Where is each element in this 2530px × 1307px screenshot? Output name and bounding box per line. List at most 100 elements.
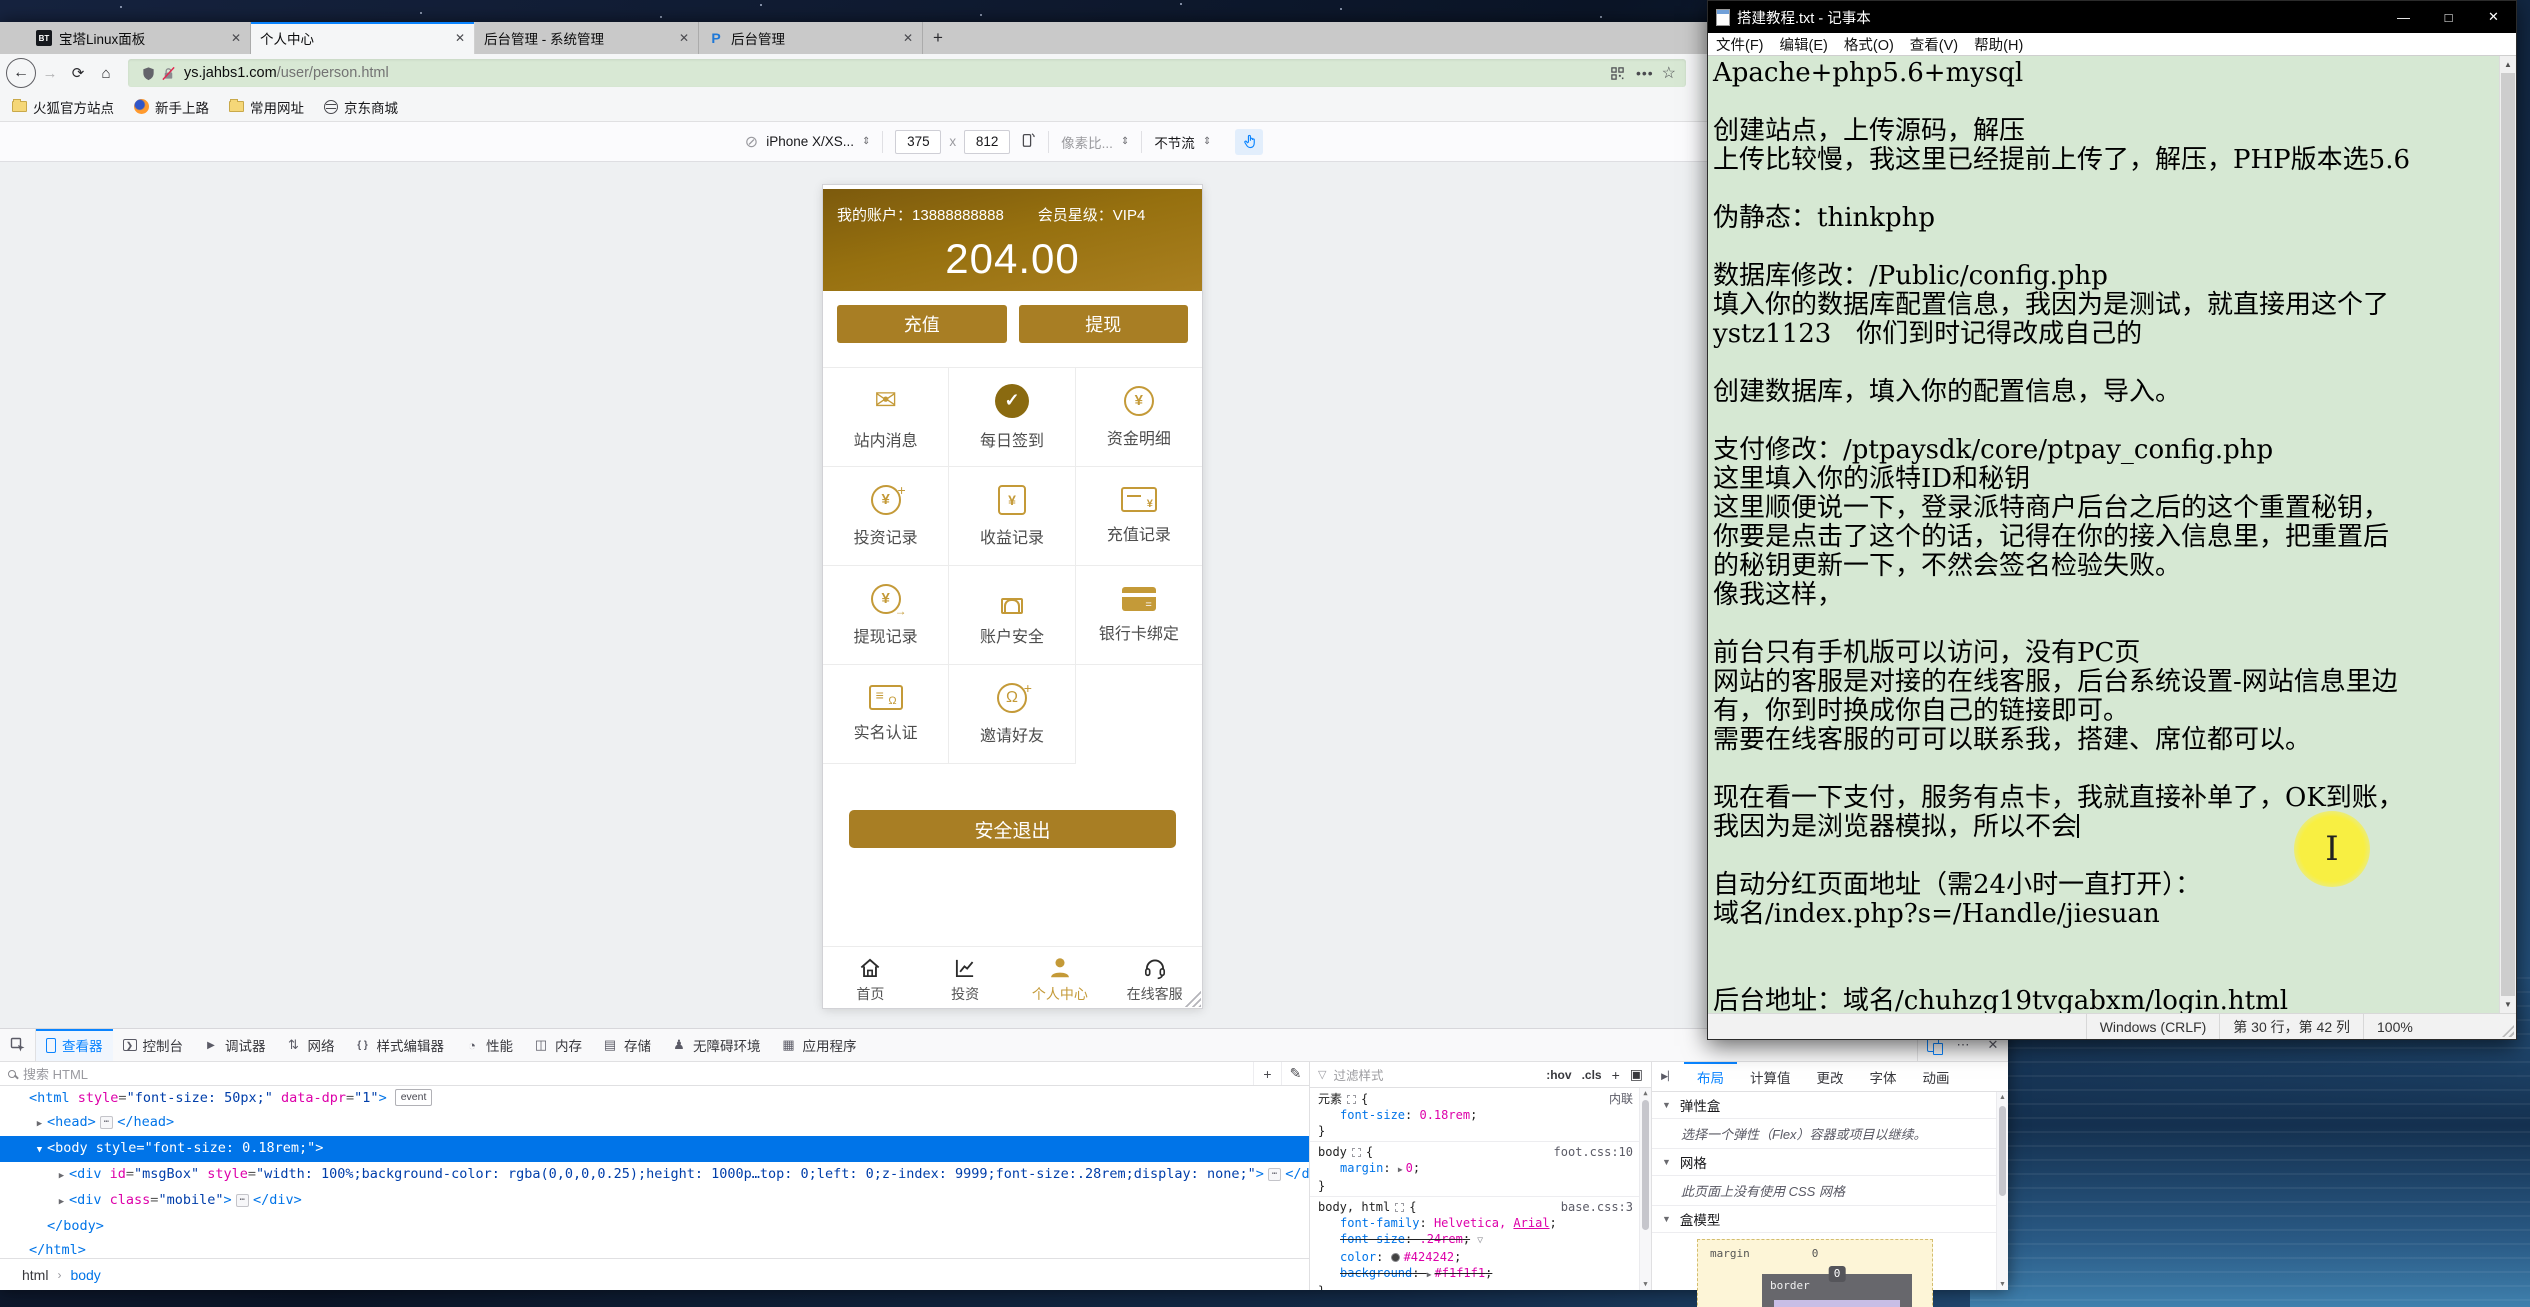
layout-scrollbar[interactable]: ▲ ▼ — [1996, 1092, 2008, 1290]
bookmark-item[interactable]: 京东商城 — [324, 97, 398, 117]
add-node-icon[interactable]: + — [1253, 1062, 1281, 1085]
browser-tab[interactable]: BT 宝塔Linux面板 ✕ — [27, 22, 251, 54]
grid-item-id[interactable]: 实名认证 — [823, 665, 950, 764]
reload-button[interactable]: ⟳ — [64, 59, 92, 87]
grid-item-bank[interactable]: 银行卡绑定 — [1075, 566, 1202, 665]
close-button[interactable]: ✕ — [2471, 1, 2516, 33]
html-tree-row[interactable]: </html> — [0, 1238, 1309, 1258]
grid-item-recharge[interactable]: 充值记录 — [1075, 467, 1202, 566]
bookmark-item[interactable]: 新手上路 — [134, 97, 209, 117]
devtools-tab-debugger[interactable]: 调试器 — [193, 1029, 276, 1061]
devtools-tab-inspector[interactable]: 查看器 — [36, 1029, 113, 1061]
grid-item-fund[interactable]: 资金明细 — [1075, 368, 1202, 467]
expander-icon[interactable]: ▼ — [32, 1138, 47, 1162]
touch-simulation-button[interactable] — [1235, 128, 1264, 155]
css-declaration[interactable]: background: ▶ #f1f1f1; — [1310, 1265, 1639, 1283]
bookmark-item[interactable]: 常用网址 — [229, 97, 304, 117]
expand-shorthand-icon[interactable]: ▶ — [1398, 1162, 1403, 1178]
sidebar-tab-动画[interactable]: 动画 — [1910, 1062, 1963, 1091]
devtools-tab-storage[interactable]: 存储 — [592, 1029, 661, 1061]
tab-close-icon[interactable]: ✕ — [679, 31, 689, 45]
devtools-tab-application[interactable]: 应用程序 — [771, 1029, 867, 1061]
devtools-tab-console[interactable]: 控制台 — [113, 1029, 194, 1061]
flexbox-section-header[interactable]: ▼ 弹性盒 — [1652, 1092, 2008, 1119]
html-tree-row[interactable]: ▶ <div class="mobile"> ⋯ </div> — [0, 1188, 1309, 1214]
devtools-tab-memory[interactable]: 内存 — [523, 1029, 592, 1061]
menu-item[interactable]: 帮助(H) — [1966, 34, 2031, 55]
css-declaration[interactable]: font-family: Helvetica, Arial; — [1310, 1215, 1639, 1231]
pseudo-class-toggle[interactable]: :hov — [1546, 1068, 1571, 1082]
grid-item-invite[interactable]: 邀请好友 — [949, 665, 1076, 764]
expander-icon[interactable]: ▶ — [54, 1190, 69, 1214]
home-button[interactable]: ⌂ — [92, 59, 120, 87]
css-declaration[interactable]: color: #424242; — [1310, 1249, 1639, 1265]
nav-tab-home[interactable]: 首页 — [823, 947, 918, 1008]
sidebar-tab-更改[interactable]: 更改 — [1804, 1062, 1857, 1091]
devtools-tab-network[interactable]: 网络 — [276, 1029, 345, 1061]
highlight-all-icon[interactable] — [1347, 1095, 1357, 1104]
logout-button[interactable]: 安全退出 — [849, 810, 1176, 848]
html-tree-row[interactable]: </body> — [0, 1214, 1309, 1238]
new-tab-button[interactable]: + — [923, 22, 953, 54]
scroll-down-icon[interactable]: ▼ — [2500, 996, 2516, 1013]
html-tree-row[interactable]: <html style="font-size: 50px;" data-dpr=… — [0, 1086, 1309, 1110]
bookmark-star-icon[interactable]: ☆ — [1662, 63, 1676, 83]
tab-close-icon[interactable]: ✕ — [903, 31, 913, 45]
highlight-all-icon[interactable] — [1395, 1203, 1405, 1212]
menu-item[interactable]: 文件(F) — [1708, 34, 1772, 55]
menu-item[interactable]: 格式(O) — [1836, 34, 1902, 55]
browser-tab[interactable]: 后台管理 - 系统管理 ✕ — [475, 22, 699, 54]
expand-shorthand-icon[interactable]: ▶ — [1427, 1267, 1432, 1283]
minimize-button[interactable]: — — [2381, 1, 2426, 33]
eyedropper-icon[interactable]: ✎ — [1281, 1062, 1309, 1085]
css-rule-selector[interactable]: 元素{内联 — [1310, 1091, 1639, 1107]
browser-tab[interactable]: 个人中心 ✕ — [251, 22, 475, 54]
menu-item[interactable]: 查看(V) — [1902, 34, 1966, 55]
device-selector[interactable]: iPhone X/XS... — [766, 134, 854, 149]
viewport-height-input[interactable] — [964, 129, 1011, 154]
shield-icon[interactable] — [138, 66, 158, 81]
sidebar-tab-字体[interactable]: 字体 — [1857, 1062, 1910, 1091]
nav-tab-chart[interactable]: 投资 — [918, 947, 1013, 1008]
box-model-diagram[interactable]: margin 0 border 0 — [1697, 1239, 1933, 1307]
back-button[interactable]: ← — [6, 58, 36, 88]
throttling-selector[interactable]: 不节流 — [1154, 132, 1195, 152]
rules-scrollbar[interactable]: ▲ ▼ — [1639, 1088, 1651, 1290]
html-tree-row[interactable]: ▼ <body style="font-size: 0.18rem;"> — [0, 1136, 1309, 1162]
add-rule-icon[interactable]: + — [1612, 1067, 1620, 1083]
stylesheet-source-link[interactable]: base.css:3 — [1561, 1199, 1633, 1215]
sidebar-expand-icon[interactable]: ▶▏ — [1652, 1062, 1684, 1091]
grid-item-income[interactable]: 收益记录 — [949, 467, 1076, 566]
element-picker-icon[interactable] — [0, 1029, 36, 1061]
rotate-viewport-icon[interactable] — [1018, 131, 1036, 152]
browser-tab[interactable]: P 后台管理 ✕ — [699, 22, 923, 54]
stylesheet-source-link[interactable]: foot.css:10 — [1554, 1144, 1633, 1160]
highlight-all-icon[interactable] — [1351, 1148, 1361, 1157]
touch-disabled-icon[interactable]: ⊘ — [745, 132, 758, 152]
forward-button[interactable]: → — [36, 59, 64, 87]
recharge-button[interactable]: 充值 — [837, 305, 1007, 343]
style-filter-bar[interactable]: ▽ 过滤样式 :hov .cls + ▣ — [1310, 1062, 1651, 1088]
css-declaration[interactable]: font-size: .24rem; ▽ — [1310, 1231, 1639, 1249]
css-rule-selector[interactable]: body, html{base.css:3 — [1310, 1199, 1639, 1215]
withdraw-button[interactable]: 提现 — [1018, 305, 1188, 343]
class-toggle[interactable]: .cls — [1582, 1068, 1602, 1082]
css-rule-selector[interactable]: body{foot.css:10 — [1310, 1144, 1639, 1160]
notepad-text-area[interactable]: Apache+php5.6+mysql 创建站点，上传源码，解压 上传比较慢，我这里… — [1708, 55, 2516, 1013]
html-tree-row[interactable]: ▶ <div id="msgBox" style="width: 100%;bac… — [0, 1162, 1309, 1188]
html-search-bar[interactable]: 搜索 HTML + ✎ — [0, 1062, 1309, 1086]
maximize-button[interactable]: □ — [2426, 1, 2471, 33]
devtools-tab-accessibility[interactable]: 无障碍环境 — [661, 1029, 771, 1061]
grid-item-mail[interactable]: 站内消息 — [823, 368, 950, 467]
grid-item-sign[interactable]: 每日签到 — [949, 368, 1076, 467]
boxmodel-section-header[interactable]: ▼ 盒模型 — [1652, 1206, 2008, 1233]
nav-tab-person[interactable]: 个人中心 — [1013, 947, 1108, 1008]
notepad-scrollbar[interactable]: ▲ ▼ — [2499, 56, 2516, 1013]
bookmark-item[interactable]: 火狐官方站点 — [12, 97, 114, 117]
url-bar[interactable]: ys.jahbs1.com/user/person.html ••• ☆ — [128, 59, 1686, 87]
html-tree-row[interactable]: ▶ <head> ⋯ </head> — [0, 1110, 1309, 1136]
breadcrumb-html[interactable]: html — [22, 1267, 48, 1283]
viewport-width-input[interactable] — [895, 129, 942, 154]
devtools-tab-performance[interactable]: 性能 — [454, 1029, 523, 1061]
grid-section-header[interactable]: ▼ 网格 — [1652, 1149, 2008, 1176]
